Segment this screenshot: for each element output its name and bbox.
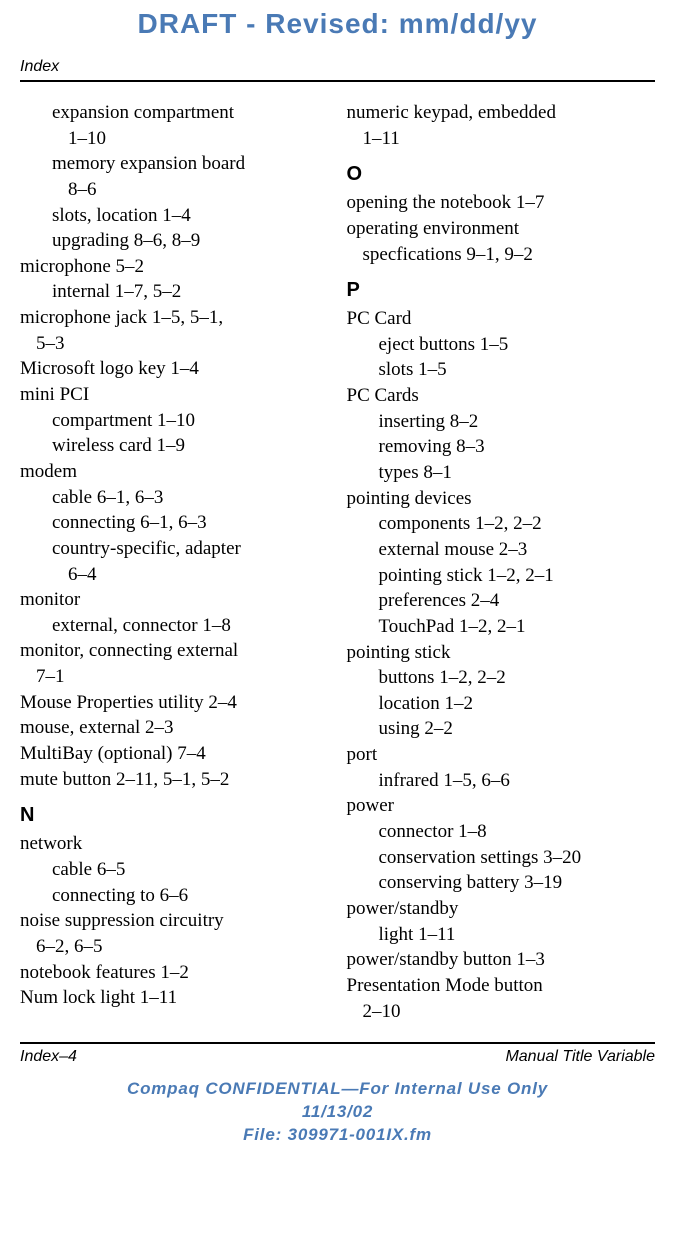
index-entry: mouse, external 2–3 — [20, 715, 329, 741]
index-entry: mini PCI — [20, 382, 329, 408]
index-entry: expansion compartment — [52, 100, 329, 126]
index-entry: power/standby — [347, 896, 656, 922]
index-entry: pointing stick 1–2, 2–1 — [379, 563, 656, 589]
index-entry: internal 1–7, 5–2 — [52, 279, 329, 305]
index-entry: cable 6–5 — [52, 857, 329, 883]
index-entry: notebook features 1–2 — [20, 960, 329, 986]
index-entry: monitor, connecting external — [20, 638, 329, 664]
index-entry: MultiBay (optional) 7–4 — [20, 741, 329, 767]
index-entry: 7–1 — [36, 664, 329, 690]
index-entry: 6–4 — [68, 562, 329, 588]
index-entry: 6–2, 6–5 — [36, 934, 329, 960]
index-entry: cable 6–1, 6–3 — [52, 485, 329, 511]
index-entry: microphone 5–2 — [20, 254, 329, 280]
index-entry: 8–6 — [68, 177, 329, 203]
index-entry: connecting to 6–6 — [52, 883, 329, 909]
index-entry: conservation settings 3–20 — [379, 845, 656, 871]
page-number: Index–4 — [20, 1048, 77, 1066]
index-entry: operating environment — [347, 216, 656, 242]
index-entry: port — [347, 742, 656, 768]
footer-rule — [20, 1042, 655, 1044]
index-letter-head: P — [347, 277, 656, 304]
index-entry: opening the notebook 1–7 — [347, 190, 656, 216]
index-entry: upgrading 8–6, 8–9 — [52, 228, 329, 254]
index-entry: mute button 2–11, 5–1, 5–2 — [20, 767, 329, 793]
index-entry: preferences 2–4 — [379, 588, 656, 614]
index-entry: connector 1–8 — [379, 819, 656, 845]
index-entry: 5–3 — [36, 331, 329, 357]
index-col-left: expansion compartment1–10memory expansio… — [20, 100, 329, 1024]
confidential-line-1: Compaq CONFIDENTIAL—For Internal Use Onl… — [0, 1078, 675, 1101]
footer-row: Index–4 Manual Title Variable — [20, 1048, 655, 1066]
index-entry: connecting 6–1, 6–3 — [52, 510, 329, 536]
index-entry: conserving battery 3–19 — [379, 870, 656, 896]
index-entry: TouchPad 1–2, 2–1 — [379, 614, 656, 640]
index-entry: Mouse Properties utility 2–4 — [20, 690, 329, 716]
index-entry: Microsoft logo key 1–4 — [20, 356, 329, 382]
index-entry: modem — [20, 459, 329, 485]
index-entry: inserting 8–2 — [379, 409, 656, 435]
index-entry: slots, location 1–4 — [52, 203, 329, 229]
index-letter-head: N — [20, 802, 329, 829]
index-entry: 2–10 — [363, 999, 656, 1025]
index-entry: types 8–1 — [379, 460, 656, 486]
index-entry: light 1–11 — [379, 922, 656, 948]
confidential-date: 11/13/02 — [0, 1101, 675, 1124]
index-entry: power — [347, 793, 656, 819]
confidential-file: File: 309971-001IX.fm — [0, 1124, 675, 1147]
index-entry: external mouse 2–3 — [379, 537, 656, 563]
draft-header: DRAFT - Revised: mm/dd/yy — [0, 0, 675, 40]
confidential-block: Compaq CONFIDENTIAL—For Internal Use Onl… — [0, 1078, 675, 1155]
index-letter-head: O — [347, 161, 656, 188]
index-entry: using 2–2 — [379, 716, 656, 742]
index-entry: PC Cards — [347, 383, 656, 409]
index-entry: Presentation Mode button — [347, 973, 656, 999]
index-entry: removing 8–3 — [379, 434, 656, 460]
index-entry: memory expansion board — [52, 151, 329, 177]
index-entry: monitor — [20, 587, 329, 613]
index-entry: network — [20, 831, 329, 857]
index-entry: slots 1–5 — [379, 357, 656, 383]
index-entry: components 1–2, 2–2 — [379, 511, 656, 537]
index-entry: country-specific, adapter — [52, 536, 329, 562]
index-entry: microphone jack 1–5, 5–1, — [20, 305, 329, 331]
index-entry: power/standby button 1–3 — [347, 947, 656, 973]
index-entry: Num lock light 1–11 — [20, 985, 329, 1011]
index-entry: infrared 1–5, 6–6 — [379, 768, 656, 794]
index-entry: eject buttons 1–5 — [379, 332, 656, 358]
manual-title: Manual Title Variable — [505, 1048, 655, 1066]
index-entry: 1–10 — [68, 126, 329, 152]
index-entry: PC Card — [347, 306, 656, 332]
index-entry: buttons 1–2, 2–2 — [379, 665, 656, 691]
index-entry: pointing stick — [347, 640, 656, 666]
index-entry: wireless card 1–9 — [52, 433, 329, 459]
index-entry: noise suppression circuitry — [20, 908, 329, 934]
index-entry: external, connector 1–8 — [52, 613, 329, 639]
index-entry: numeric keypad, embedded — [347, 100, 656, 126]
index-entry: pointing devices — [347, 486, 656, 512]
index-entry: location 1–2 — [379, 691, 656, 717]
index-entry: compartment 1–10 — [52, 408, 329, 434]
index-col-right: numeric keypad, embedded1–11 Oopening the… — [347, 100, 656, 1024]
index-entry: specfications 9–1, 9–2 — [363, 242, 656, 268]
running-head: Index — [20, 58, 655, 76]
header-rule — [20, 80, 655, 82]
index-columns: expansion compartment1–10memory expansio… — [20, 100, 655, 1024]
index-entry: 1–11 — [363, 126, 656, 152]
